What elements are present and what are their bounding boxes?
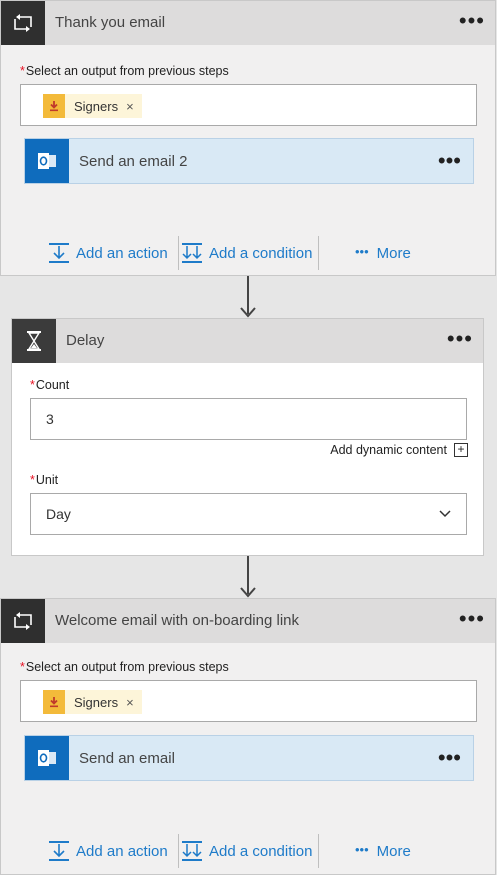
- card-header[interactable]: Thank you email •••: [1, 1, 495, 45]
- email-step-title: Send an email: [79, 749, 175, 767]
- output-field[interactable]: Signers ×: [20, 84, 477, 126]
- add-condition-icon: [182, 841, 202, 861]
- card-header[interactable]: Welcome email with on-boarding link •••: [1, 599, 495, 643]
- count-value: 3: [46, 411, 54, 427]
- count-label: *Count: [30, 378, 70, 392]
- outlook-icon: [25, 139, 69, 183]
- required-mark: *: [20, 64, 25, 78]
- token-label: Signers: [74, 98, 119, 114]
- required-mark: *: [20, 660, 25, 674]
- action-separator: [318, 236, 319, 270]
- unit-value: Day: [46, 506, 71, 522]
- add-condition-button[interactable]: Add a condition: [181, 834, 312, 868]
- card-title[interactable]: Thank you email: [55, 1, 165, 45]
- output-field[interactable]: Signers ×: [20, 680, 477, 722]
- send-email-step[interactable]: Send an email •••: [24, 735, 474, 781]
- send-email-2-step[interactable]: Send an email 2 •••: [24, 138, 474, 184]
- card-header[interactable]: Delay •••: [12, 319, 483, 363]
- add-action-icon: [49, 243, 69, 263]
- card-more-button[interactable]: •••: [459, 599, 485, 639]
- flow-arrow: [240, 276, 256, 318]
- action-separator: [318, 834, 319, 868]
- email-step-more-button[interactable]: •••: [438, 139, 461, 183]
- add-condition-button[interactable]: Add a condition: [181, 236, 312, 270]
- outlook-icon: [25, 736, 69, 780]
- card-actions: Add an action Add a condition ••• More: [1, 834, 495, 868]
- card-title[interactable]: Welcome email with on-boarding link: [55, 599, 299, 643]
- download-icon: [43, 94, 65, 118]
- more-dots-icon: •••: [355, 243, 369, 259]
- add-dynamic-content-link[interactable]: Add dynamic content +: [330, 443, 468, 457]
- more-button[interactable]: ••• More: [355, 236, 411, 270]
- output-label: *Select an output from previous steps: [20, 660, 229, 674]
- required-mark: *: [30, 473, 35, 487]
- card-more-button[interactable]: •••: [459, 1, 485, 41]
- plus-icon: +: [454, 443, 468, 457]
- unit-select[interactable]: Day: [30, 493, 467, 535]
- chevron-down-icon: [439, 510, 451, 518]
- required-mark: *: [30, 378, 35, 392]
- loop-icon: [1, 599, 45, 643]
- signers-token[interactable]: Signers ×: [43, 690, 142, 714]
- hourglass-icon: [12, 319, 56, 363]
- more-dots-icon: •••: [355, 841, 369, 857]
- flow-arrow: [240, 556, 256, 598]
- signers-token[interactable]: Signers ×: [43, 94, 142, 118]
- action-separator: [178, 236, 179, 270]
- apply-to-each-card-thank-you: Thank you email ••• *Select an output fr…: [0, 0, 496, 276]
- action-separator: [178, 834, 179, 868]
- add-action-icon: [49, 841, 69, 861]
- output-label: *Select an output from previous steps: [20, 64, 229, 78]
- card-title[interactable]: Delay: [66, 319, 104, 363]
- token-remove-button[interactable]: ×: [126, 695, 134, 710]
- token-label: Signers: [74, 694, 119, 710]
- more-button[interactable]: ••• More: [355, 834, 411, 868]
- download-icon: [43, 690, 65, 714]
- add-action-button[interactable]: Add an action: [48, 834, 168, 868]
- apply-to-each-card-welcome: Welcome email with on-boarding link ••• …: [0, 598, 496, 875]
- email-step-title: Send an email 2: [79, 152, 188, 170]
- token-remove-button[interactable]: ×: [126, 99, 134, 114]
- unit-label: *Unit: [30, 473, 59, 487]
- email-step-more-button[interactable]: •••: [438, 736, 461, 780]
- add-action-button[interactable]: Add an action: [48, 236, 168, 270]
- delay-card: Delay ••• *Count 3 Add dynamic content +…: [11, 318, 484, 556]
- loop-icon: [1, 1, 45, 45]
- card-actions: Add an action Add a condition ••• More: [1, 236, 495, 270]
- card-more-button[interactable]: •••: [447, 319, 473, 359]
- count-input[interactable]: 3: [30, 398, 467, 440]
- add-condition-icon: [182, 243, 202, 263]
